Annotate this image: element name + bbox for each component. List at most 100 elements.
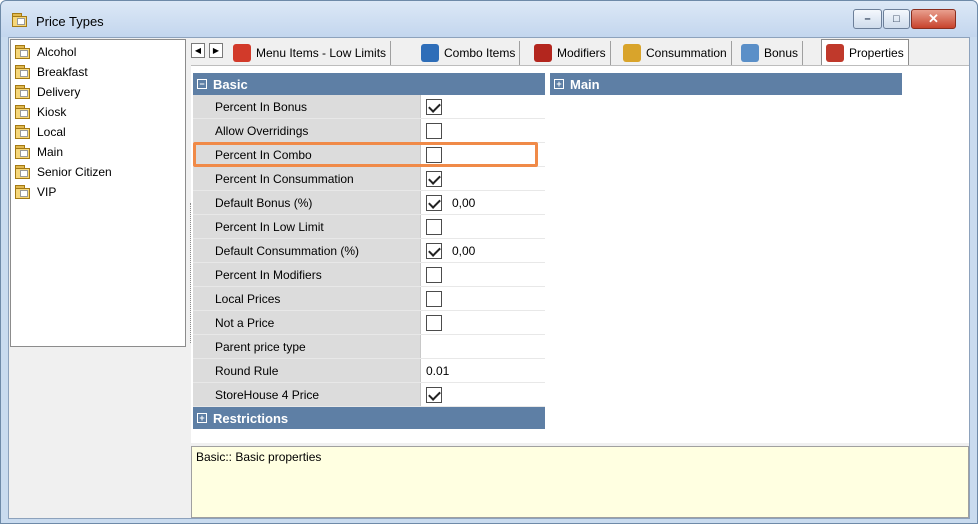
price-type-icon (15, 65, 31, 79)
properties-icon (826, 43, 844, 62)
property-value-cell[interactable] (421, 263, 545, 286)
property-value-cell[interactable] (421, 311, 545, 334)
property-value-cell[interactable] (421, 119, 545, 142)
property-value-cell[interactable]: 0.01 (421, 359, 545, 382)
property-value-cell[interactable] (421, 335, 545, 358)
basic-properties: − Basic Percent In Bonus Allow Overriding… (193, 73, 545, 429)
close-button[interactable]: ✕ (911, 9, 956, 29)
property-checkbox[interactable] (426, 218, 442, 235)
close-icon: ✕ (928, 11, 939, 26)
price-type-icon (15, 185, 31, 199)
arrow-left-icon: ◀ (194, 46, 202, 55)
property-name: Percent In Low Limit (193, 215, 421, 238)
list-item[interactable]: Kiosk (15, 102, 66, 122)
window-client-area: Alcohol Breakfast Delivery Kiosk Local Main Se… (8, 37, 970, 519)
property-row[interactable]: Round Rule 0.01 (193, 359, 545, 383)
window-title: Price Types (36, 14, 104, 29)
tab-properties[interactable]: Properties (821, 39, 909, 65)
property-row[interactable]: StoreHouse 4 Price (193, 383, 545, 407)
category-restrictions[interactable]: + Restrictions (193, 407, 545, 429)
property-checkbox[interactable] (426, 122, 442, 139)
price-type-list[interactable]: Alcohol Breakfast Delivery Kiosk Local Main Se… (10, 39, 186, 347)
tab-consummation[interactable]: Consummation (619, 41, 732, 65)
category-basic[interactable]: − Basic (193, 73, 545, 95)
property-name: Parent price type (193, 335, 421, 358)
property-checkbox[interactable] (426, 146, 442, 163)
property-value-cell[interactable] (421, 215, 545, 238)
property-value-cell[interactable]: 0,00 (421, 239, 545, 262)
property-value-cell[interactable] (421, 143, 545, 166)
property-checkbox[interactable] (426, 242, 442, 259)
property-row[interactable]: Allow Overridings (193, 119, 545, 143)
tab-modifiers[interactable]: Modifiers (530, 41, 611, 65)
property-grid: − Basic Percent In Bonus Allow Overriding… (191, 65, 969, 443)
property-value-cell[interactable] (421, 95, 545, 118)
property-name: Default Bonus (%) (193, 191, 421, 214)
list-item[interactable]: Senior Citizen (15, 162, 112, 182)
property-checkbox[interactable] (426, 266, 442, 283)
tab-scroll-right-button[interactable]: ▶ (209, 43, 223, 58)
property-row[interactable]: Parent price type (193, 335, 545, 359)
property-value-cell[interactable] (421, 383, 545, 406)
main-properties: + Main (550, 73, 902, 95)
arrow-right-icon: ▶ (212, 46, 220, 55)
price-type-icon (15, 165, 31, 179)
tab-label: Bonus (764, 46, 799, 60)
property-value[interactable]: 0,00 (452, 196, 475, 210)
property-checkbox[interactable] (426, 314, 442, 331)
property-name: Round Rule (193, 359, 421, 382)
property-row[interactable]: Percent In Low Limit (193, 215, 545, 239)
property-name: Percent In Combo (193, 143, 421, 166)
tab-combo-items[interactable]: Combo Items (417, 41, 521, 65)
list-item-label: Senior Citizen (37, 165, 112, 179)
property-row[interactable]: Percent In Bonus (193, 95, 545, 119)
tab-bonus[interactable]: Bonus (737, 41, 804, 65)
property-row[interactable]: Not a Price (193, 311, 545, 335)
maximize-icon: □ (893, 13, 900, 25)
property-row[interactable]: Percent In Consummation (193, 167, 545, 191)
property-value[interactable]: 0.01 (426, 364, 449, 378)
property-checkbox[interactable] (426, 290, 442, 307)
list-item[interactable]: Breakfast (15, 62, 88, 82)
property-row[interactable]: Percent In Modifiers (193, 263, 545, 287)
property-row[interactable]: Default Bonus (%) 0,00 (193, 191, 545, 215)
tab-label: Modifiers (557, 46, 606, 60)
list-item[interactable]: Delivery (15, 82, 80, 102)
property-name: StoreHouse 4 Price (193, 383, 421, 406)
list-item[interactable]: Main (15, 142, 63, 162)
tab-bar: ◀ ▶ Menu Items - Low Limits Combo Items Mo… (191, 39, 969, 66)
property-name: Percent In Consummation (193, 167, 421, 190)
price-type-icon (15, 145, 31, 159)
tab-label: Consummation (646, 46, 727, 60)
property-row[interactable]: Default Consummation (%) 0,00 (193, 239, 545, 263)
property-value-cell[interactable] (421, 167, 545, 190)
list-item-label: Delivery (37, 85, 81, 99)
property-checkbox[interactable] (426, 170, 442, 187)
list-item[interactable]: Alcohol (15, 42, 76, 62)
category-main[interactable]: + Main (550, 73, 902, 95)
property-row[interactable]: Local Prices (193, 287, 545, 311)
property-value-cell[interactable] (421, 287, 545, 310)
title-bar[interactable]: Price Types – □ ✕ (1, 1, 977, 37)
list-item[interactable]: Local (15, 122, 66, 142)
expand-icon[interactable]: + (554, 79, 564, 89)
list-item[interactable]: VIP (15, 182, 56, 202)
property-checkbox[interactable] (426, 98, 442, 115)
tab-menu-items-low-limits[interactable]: Menu Items - Low Limits (229, 41, 392, 65)
collapse-icon[interactable]: − (197, 79, 207, 89)
property-value-cell[interactable]: 0,00 (421, 191, 545, 214)
tab-label: Properties (849, 45, 904, 60)
expand-icon[interactable]: + (197, 413, 207, 423)
category-label: Basic (213, 76, 248, 92)
calculator-icon (741, 44, 759, 62)
property-checkbox[interactable] (426, 194, 442, 211)
maximize-button[interactable]: □ (883, 9, 910, 29)
property-name: Default Consummation (%) (193, 239, 421, 262)
list-item-label: Main (37, 145, 64, 159)
property-row[interactable]: Percent In Combo (193, 143, 545, 167)
tab-scroll-left-button[interactable]: ◀ (191, 43, 205, 58)
property-value[interactable]: 0,00 (452, 244, 475, 258)
property-checkbox[interactable] (426, 386, 442, 403)
bottles-icon (534, 44, 552, 62)
minimize-button[interactable]: – (853, 9, 882, 29)
